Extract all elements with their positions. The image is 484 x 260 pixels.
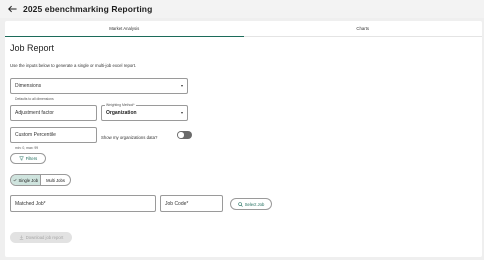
weighting-method-value: Organization bbox=[106, 110, 137, 116]
job-code-input[interactable]: Job Code* bbox=[160, 195, 223, 212]
filter-icon bbox=[18, 156, 24, 161]
multi-jobs-option[interactable]: Multi Jobs bbox=[41, 175, 70, 185]
weighting-method-select[interactable]: Weighting Method* Organization bbox=[101, 103, 188, 121]
adjustment-factor-placeholder: Adjustment factor bbox=[15, 110, 54, 116]
page-title: Job Report bbox=[10, 43, 55, 53]
download-job-report-button[interactable]: Download job report bbox=[10, 232, 72, 243]
download-icon bbox=[19, 235, 23, 240]
tab-charts[interactable]: Charts bbox=[244, 21, 483, 36]
matched-job-input[interactable]: Matched Job* bbox=[10, 195, 156, 212]
filters-button[interactable]: Filters bbox=[10, 153, 46, 164]
multi-jobs-label: Multi Jobs bbox=[46, 177, 65, 183]
select-job-label: Select Job bbox=[244, 201, 265, 207]
app-title: 2025 ebenchmarking Reporting bbox=[23, 4, 153, 14]
dimensions-select[interactable]: Dimensions bbox=[10, 78, 188, 94]
app-header: 2025 ebenchmarking Reporting bbox=[0, 0, 484, 18]
job-mode-toggle: Single Job Multi Jobs bbox=[10, 174, 71, 186]
chevron-down-icon bbox=[181, 112, 183, 114]
check-icon bbox=[13, 178, 17, 182]
weighting-method-label: Weighting Method* bbox=[105, 103, 136, 107]
search-icon bbox=[238, 201, 243, 207]
job-code-placeholder: Job Code* bbox=[165, 200, 189, 207]
custom-percentile-placeholder: Custom Percentile bbox=[15, 132, 56, 138]
select-job-button[interactable]: Select Job bbox=[230, 198, 272, 210]
main-panel: Market Analysis Charts Job Report Use th… bbox=[5, 21, 482, 257]
single-job-label: Single Job bbox=[18, 177, 39, 183]
dimensions-helper: Defaults to all dimensions bbox=[15, 97, 54, 101]
toggle-knob bbox=[178, 132, 184, 138]
custom-percentile-helper: min: 0, max: 99 bbox=[15, 146, 39, 150]
instruction-text: Use the inputs below to generate a singl… bbox=[10, 63, 137, 68]
custom-percentile-input[interactable]: Custom Percentile bbox=[10, 127, 97, 143]
download-label: Download job report bbox=[25, 235, 64, 240]
adjustment-factor-input[interactable]: Adjustment factor bbox=[10, 105, 97, 121]
back-button[interactable] bbox=[5, 2, 19, 16]
tab-bar: Market Analysis Charts bbox=[5, 21, 482, 37]
matched-job-placeholder: Matched Job* bbox=[15, 200, 46, 207]
dimensions-value: Dimensions bbox=[15, 83, 42, 89]
arrow-left-icon bbox=[7, 5, 17, 13]
show-org-data-label: Show my organizations data? bbox=[101, 135, 158, 140]
single-job-option[interactable]: Single Job bbox=[11, 175, 41, 185]
chevron-down-icon bbox=[181, 85, 183, 87]
show-org-data-toggle[interactable] bbox=[177, 131, 192, 139]
filters-label: Filters bbox=[25, 156, 38, 161]
tab-market-analysis[interactable]: Market Analysis bbox=[5, 21, 244, 37]
